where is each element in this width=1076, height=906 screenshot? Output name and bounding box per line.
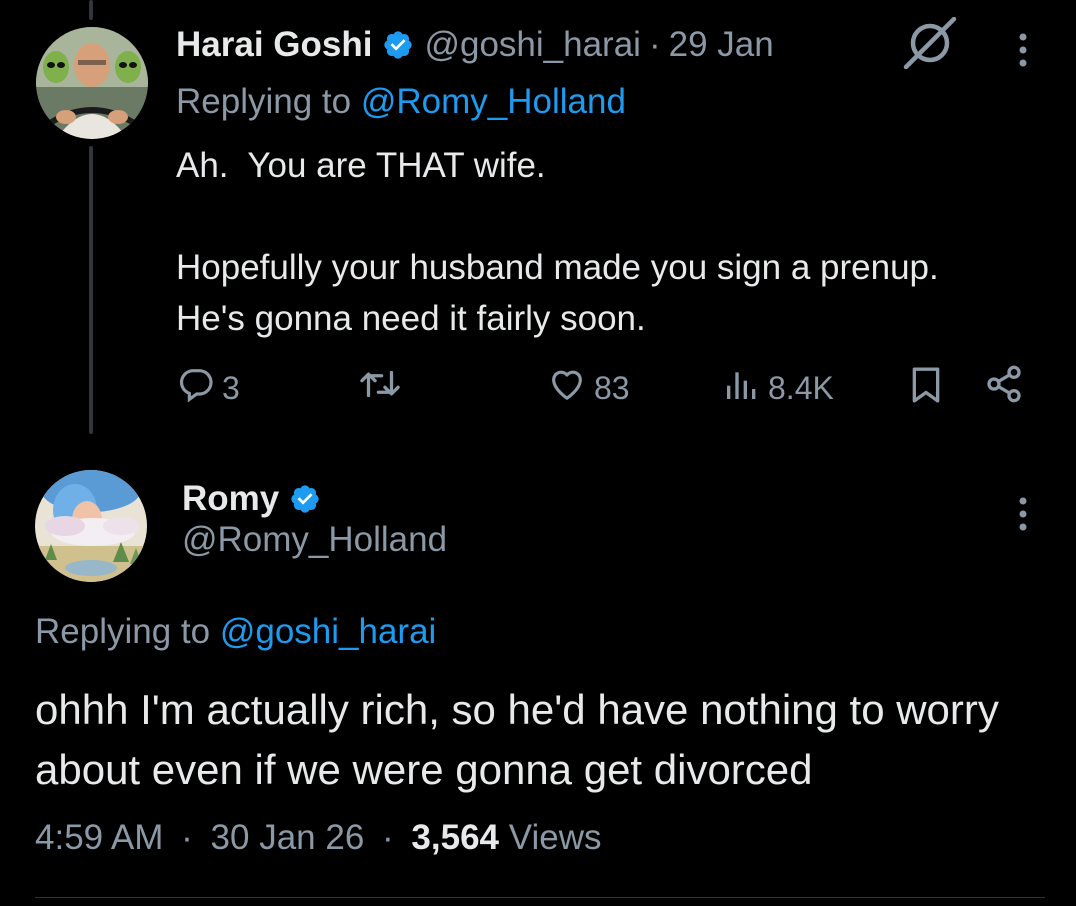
like-count: 83 xyxy=(594,369,630,406)
tweet-time[interactable]: 4:59 AM xyxy=(35,818,163,857)
verified-badge-icon[interactable] xyxy=(382,29,414,61)
focus-handle[interactable]: @Romy_Holland xyxy=(182,520,447,560)
avatar-romy[interactable] xyxy=(35,470,147,582)
parent-display-name[interactable]: Harai Goshi xyxy=(176,25,372,65)
focus-author-row: Romy xyxy=(182,476,321,522)
views-total: 3,564 xyxy=(411,818,500,857)
reply-button[interactable]: 3 xyxy=(176,364,240,412)
bookmark-button[interactable] xyxy=(906,364,946,414)
bookmark-icon xyxy=(906,364,946,414)
avatar-image xyxy=(36,27,148,139)
views-button[interactable]: 8.4K xyxy=(722,364,834,412)
focus-display-name[interactable]: Romy xyxy=(182,479,279,519)
parent-tweet-text: Ah. You are THAT wife. Hopefully your hu… xyxy=(176,146,939,338)
tweet-thread-page: Harai Goshi @goshi_harai · 29 Jan Replyi… xyxy=(0,0,1076,906)
reply-icon xyxy=(176,364,216,412)
parent-date[interactable]: 29 Jan xyxy=(669,25,774,65)
share-button[interactable] xyxy=(984,364,1024,412)
reply-count: 3 xyxy=(222,369,240,406)
separator-dot: · xyxy=(382,818,394,857)
separator-dot: · xyxy=(648,25,661,64)
mention-link[interactable]: @goshi_harai xyxy=(220,612,437,651)
more-icon[interactable] xyxy=(1012,30,1034,75)
views-count: 8.4K xyxy=(768,369,834,406)
more-icon[interactable] xyxy=(1012,494,1034,539)
divider xyxy=(35,897,1045,898)
parent-action-bar: 3 83 8.4K xyxy=(0,360,1076,410)
grok-icon[interactable] xyxy=(902,16,958,74)
verified-badge-icon[interactable] xyxy=(289,483,321,515)
avatar-harai-goshi[interactable] xyxy=(36,27,148,139)
replying-prefix: Replying to xyxy=(35,612,220,651)
focus-tweet-text: ohhh I'm actually rich, so he'd have not… xyxy=(35,686,999,793)
replying-prefix: Replying to xyxy=(176,82,361,121)
like-button[interactable]: 83 xyxy=(546,364,630,412)
thread-line-top xyxy=(89,0,93,20)
mention-link[interactable]: @Romy_Holland xyxy=(361,82,626,121)
parent-author-row: Harai Goshi @goshi_harai · 29 Jan xyxy=(176,22,774,68)
views-icon xyxy=(722,364,762,412)
focus-tweet-meta: 4:59 AM · 30 Jan 26 · 3,564 Views xyxy=(35,818,601,858)
focus-replying-to: Replying to @goshi_harai xyxy=(35,612,436,652)
tweet-date[interactable]: 30 Jan 26 xyxy=(211,818,365,857)
parent-handle[interactable]: @goshi_harai xyxy=(424,25,641,65)
heart-icon xyxy=(546,364,588,412)
retweet-icon xyxy=(357,364,403,412)
views-label: Views xyxy=(499,818,602,857)
avatar-image xyxy=(35,470,147,582)
parent-replying-to: Replying to @Romy_Holland xyxy=(176,82,626,122)
separator-dot: · xyxy=(181,818,193,857)
share-icon xyxy=(984,364,1024,412)
retweet-button[interactable] xyxy=(357,364,409,412)
